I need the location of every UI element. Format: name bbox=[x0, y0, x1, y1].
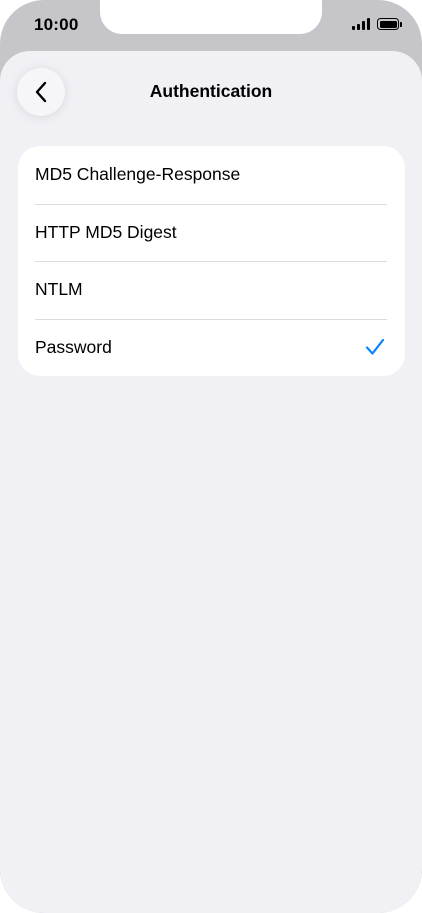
notch bbox=[100, 0, 322, 34]
authentication-options-list: MD5 Challenge-Response HTTP MD5 Digest N… bbox=[18, 146, 405, 376]
option-label: Password bbox=[35, 336, 112, 357]
option-ntlm[interactable]: NTLM bbox=[18, 261, 405, 319]
option-label: MD5 Challenge-Response bbox=[35, 164, 241, 185]
option-label: HTTP MD5 Digest bbox=[35, 221, 177, 242]
device-frame: 10:00 Authentication MD5 Challenge-Respo… bbox=[0, 0, 422, 913]
page-title: Authentication bbox=[149, 81, 273, 101]
settings-screen: Authentication MD5 Challenge-Response HT… bbox=[0, 51, 422, 913]
status-time: 10:00 bbox=[34, 15, 79, 34]
battery-icon bbox=[377, 18, 402, 30]
checkmark-icon bbox=[365, 339, 385, 355]
signal-icon bbox=[352, 18, 370, 30]
option-md5-challenge-response[interactable]: MD5 Challenge-Response bbox=[18, 146, 405, 204]
status-icons bbox=[352, 18, 402, 30]
option-password[interactable]: Password bbox=[18, 318, 405, 377]
option-label: NTLM bbox=[35, 279, 83, 300]
option-http-md5-digest[interactable]: HTTP MD5 Digest bbox=[18, 203, 405, 262]
